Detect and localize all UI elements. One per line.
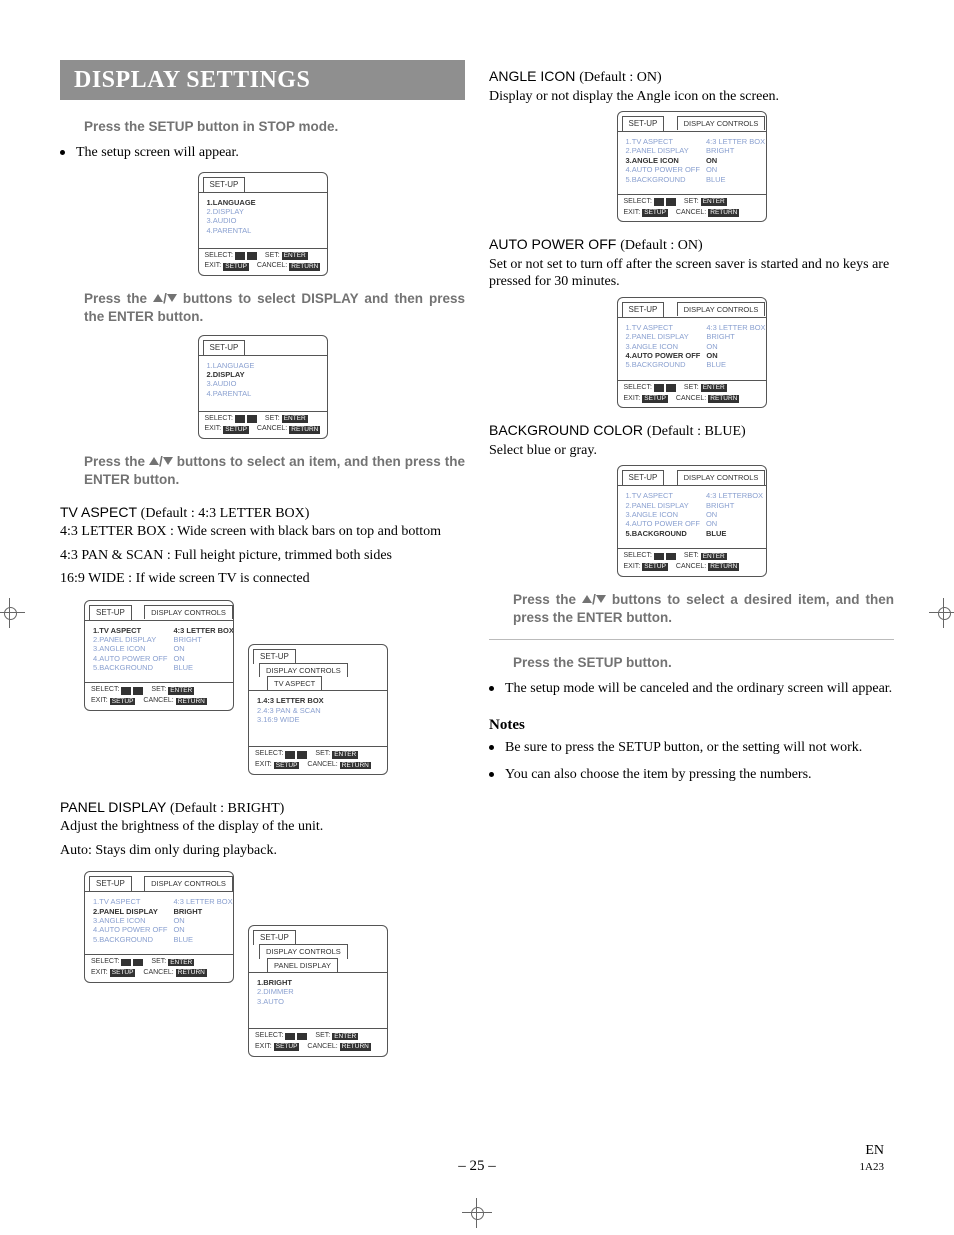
osd-setup-main-1: SET-UP 1.LANGUAGE 2.DISPLAY 3.AUDIO 4.PA…: [198, 172, 328, 277]
osd-item: 3.16:9 WIDE: [257, 715, 379, 724]
down-icon: [596, 595, 606, 603]
osd-tab: SET-UP: [253, 930, 296, 945]
osd-tab: SET-UP: [89, 605, 132, 620]
osd-item: 1.LANGUAGE: [207, 198, 319, 207]
up-icon: [582, 595, 592, 603]
panel-display-head: PANEL DISPLAY (Default : BRIGHT): [60, 799, 465, 818]
osd-tab: SET-UP: [622, 470, 665, 485]
body-text: Display or not display the Angle icon on…: [489, 88, 894, 106]
down-icon: [163, 457, 173, 465]
osd-subtab: DISPLAY CONTROLS: [677, 302, 766, 316]
up-icon: [153, 294, 163, 302]
body-text: 4:3 LETTER BOX : Wide screen with black …: [60, 523, 465, 541]
osd-tab: SET-UP: [89, 876, 132, 891]
page-number: – 25 –: [0, 1158, 954, 1175]
osd-footer: SELECT: SET:ENTER EXIT:SETUP CANCEL:RETU…: [618, 380, 766, 408]
page: DISPLAY SETTINGS Press the SETUP button …: [0, 0, 954, 1235]
osd-item: 2.DISPLAY: [207, 207, 319, 216]
bullet-note: The setup screen will appear.: [60, 144, 465, 162]
registration-mark: [462, 1198, 492, 1228]
osd-dispctrl-angle: SET-UP DISPLAY CONTROLS 1.TV ASPECT4:3 L…: [617, 111, 767, 222]
left-column: DISPLAY SETTINGS Press the SETUP button …: [60, 60, 465, 1067]
osd-footer: SELECT: SET:ENTER EXIT:SETUP CANCEL:RETU…: [199, 411, 327, 439]
osd-subtab: DISPLAY CONTROLS: [259, 944, 348, 958]
osd-footer: SELECT: SET:ENTER EXIT:SETUP CANCEL:RETU…: [249, 1028, 387, 1056]
osd-footer: SELECT: SET:ENTER EXIT:SETUP CANCEL:RETU…: [249, 746, 387, 774]
osd-dispctrl-auto: SET-UP DISPLAY CONTROLS 1.TV ASPECT4:3 L…: [617, 297, 767, 408]
osd-dispctrl-panel: SET-UP DISPLAY CONTROLS 1.TV ASPECT4:3 L…: [84, 871, 234, 982]
notes-heading: Notes: [489, 716, 894, 735]
body-text: Adjust the brightness of the display of …: [60, 818, 465, 836]
bullet-note: The setup mode will be canceled and the …: [489, 680, 894, 698]
osd-footer: SELECT: SET:ENTER EXIT:SETUP CANCEL:RETU…: [618, 194, 766, 222]
osd-item: 3.AUDIO: [207, 216, 319, 225]
osd-item: 1.LANGUAGE: [207, 361, 319, 370]
osd-item: 1.BRIGHT: [257, 978, 379, 987]
osd-item: 1.4:3 LETTER BOX: [257, 696, 379, 705]
step-instruction: Press the / buttons to select DISPLAY an…: [84, 290, 465, 326]
osd-item: 2.4:3 PAN & SCAN: [257, 706, 379, 715]
osd-tab: SET-UP: [203, 340, 246, 355]
tv-aspect-head: TV ASPECT (Default : 4:3 LETTER BOX): [60, 504, 465, 523]
bullet-note: Be sure to press the SETUP button, or th…: [489, 739, 894, 757]
osd-subtab: DISPLAY CONTROLS: [144, 605, 233, 619]
osd-item: 2.DIMMER: [257, 987, 379, 996]
registration-mark: [929, 598, 954, 628]
osd-subtab: DISPLAY CONTROLS: [677, 470, 766, 484]
body-text: 4:3 PAN & SCAN : Full height picture, tr…: [60, 547, 465, 565]
right-column: ANGLE ICON (Default : ON) Display or not…: [489, 60, 894, 1067]
registration-mark: [0, 598, 25, 628]
up-icon: [149, 457, 159, 465]
osd-tab: SET-UP: [203, 177, 246, 192]
step-instruction: Press the / buttons to select an item, a…: [84, 453, 465, 489]
osd-item: 3.AUTO: [257, 997, 379, 1006]
osd-dispctrl-tvaspect: SET-UP DISPLAY CONTROLS 1.TV ASPECT4:3 L…: [84, 600, 234, 711]
osd-footer: SELECT: SET:ENTER EXIT:SETUP CANCEL:RETU…: [199, 248, 327, 276]
step-instruction: Press the SETUP button.: [513, 654, 894, 672]
osd-footer: SELECT: SET:ENTER EXIT:SETUP CANCEL:RETU…: [85, 682, 233, 710]
osd-subtab: DISPLAY CONTROLS: [677, 116, 766, 130]
osd-footer: SELECT: SET:ENTER EXIT:SETUP CANCEL:RETU…: [85, 954, 233, 982]
osd-panel-options: SET-UP DISPLAY CONTROLS PANEL DISPLAY 1.…: [248, 925, 388, 1056]
section-banner: DISPLAY SETTINGS: [60, 60, 465, 100]
osd-tvaspect-options: SET-UP DISPLAY CONTROLS TV ASPECT 1.4:3 …: [248, 644, 388, 775]
osd-item: 4.PARENTAL: [207, 226, 319, 235]
bg-color-head: BACKGROUND COLOR (Default : BLUE): [489, 422, 894, 441]
body-text: Auto: Stays dim only during playback.: [60, 842, 465, 860]
page-lang: EN1A23: [860, 1143, 884, 1175]
osd-tab: SET-UP: [622, 116, 665, 131]
osd-item: 3.AUDIO: [207, 379, 319, 388]
body-text: 16:9 WIDE : If wide screen TV is connect…: [60, 570, 465, 588]
osd-footer: SELECT: SET:ENTER EXIT:SETUP CANCEL:RETU…: [618, 548, 766, 576]
osd-tab: SET-UP: [253, 649, 296, 664]
osd-item: 4.PARENTAL: [207, 389, 319, 398]
body-text: Set or not set to turn off after the scr…: [489, 256, 894, 291]
osd-setup-main-2: SET-UP 1.LANGUAGE 2.DISPLAY 3.AUDIO 4.PA…: [198, 335, 328, 440]
divider: [489, 639, 894, 640]
auto-power-head: AUTO POWER OFF (Default : ON): [489, 236, 894, 255]
step-instruction: Press the / buttons to select a desired …: [513, 591, 894, 627]
down-icon: [167, 294, 177, 302]
osd-subtab: DISPLAY CONTROLS: [259, 663, 348, 677]
osd-subtab: DISPLAY CONTROLS: [144, 876, 233, 890]
osd-dispctrl-bg: SET-UP DISPLAY CONTROLS 1.TV ASPECT4:3 L…: [617, 465, 767, 576]
bullet-note: You can also choose the item by pressing…: [489, 766, 894, 784]
osd-subtab: TV ASPECT: [267, 676, 322, 690]
step-instruction: Press the SETUP button in STOP mode.: [84, 118, 465, 136]
body-text: Select blue or gray.: [489, 442, 894, 460]
osd-item: 2.DISPLAY: [207, 370, 319, 379]
osd-subtab: PANEL DISPLAY: [267, 958, 338, 972]
osd-tab: SET-UP: [622, 302, 665, 317]
angle-icon-head: ANGLE ICON (Default : ON): [489, 68, 894, 87]
